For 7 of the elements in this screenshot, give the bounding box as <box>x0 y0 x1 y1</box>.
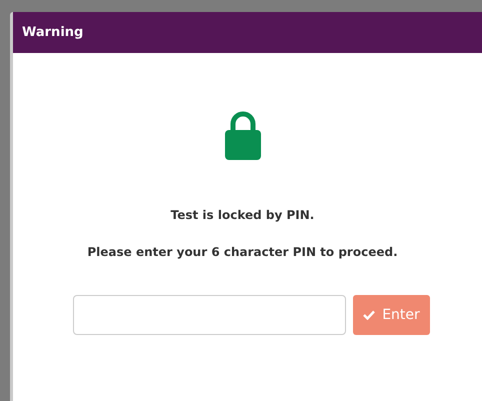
window-title: Warning <box>22 25 84 40</box>
padlock-icon <box>222 110 262 160</box>
message-text: Test is locked by PIN. <box>170 208 314 222</box>
enter-button[interactable]: Enter <box>353 295 430 335</box>
checkmark-icon <box>363 310 376 320</box>
pin-field[interactable] <box>73 295 346 335</box>
message-text: Please enter your 6 character PIN to proceed. <box>87 245 398 259</box>
